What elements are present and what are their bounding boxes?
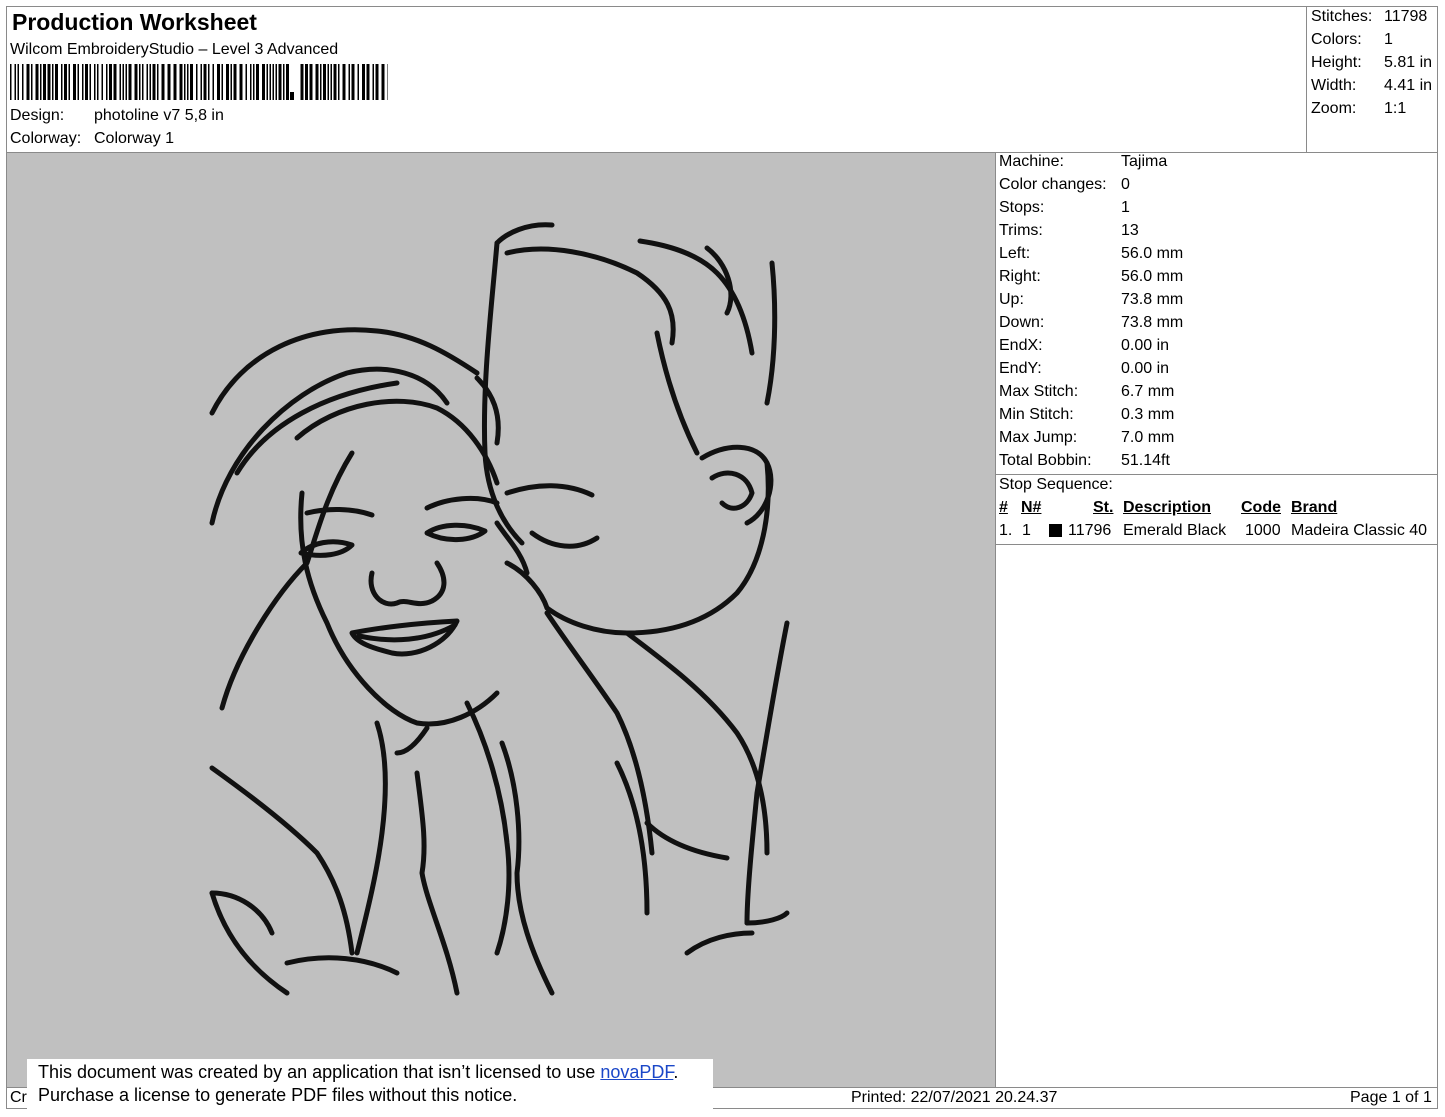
summary-width-value: 4.41 in <box>1384 77 1433 94</box>
summary-stitches-value: 11798 <box>1384 8 1428 25</box>
max-stitch-label: Max Stitch: <box>999 383 1079 400</box>
down-value: 73.8 mm <box>1121 314 1184 331</box>
stops-value: 1 <box>1121 199 1130 216</box>
notice-line-1-suffix: . <box>673 1062 679 1082</box>
notice-line-1: This document was created by an applicat… <box>38 1061 713 1084</box>
row-needle: 1 <box>1022 522 1031 539</box>
total-bobbin-label: Total Bobbin: <box>999 452 1092 469</box>
endx-label: EndX: <box>999 337 1043 354</box>
endy-label: EndY: <box>999 360 1042 377</box>
novapdf-link[interactable]: novaPDF <box>600 1062 673 1082</box>
right-label: Right: <box>999 268 1041 285</box>
col-header-description: Description <box>1123 499 1212 516</box>
summary-height-value: 5.81 in <box>1384 54 1433 71</box>
stops-label: Stops: <box>999 199 1045 216</box>
summary-colors-value: 1 <box>1384 31 1393 48</box>
stop-sequence-bottom-divider <box>995 544 1438 545</box>
color-changes-value: 0 <box>1121 176 1130 193</box>
min-stitch-value: 0.3 mm <box>1121 406 1175 423</box>
printed-date: Printed: 22/07/2021 20.24.37 <box>851 1089 1058 1106</box>
trims-value: 13 <box>1121 222 1139 239</box>
worksheet-title: Production Worksheet <box>12 9 257 35</box>
embroidery-line-art <box>209 222 790 996</box>
trims-label: Trims: <box>999 222 1043 239</box>
license-notice: This document was created by an applicat… <box>27 1059 713 1111</box>
up-value: 73.8 mm <box>1121 291 1184 308</box>
summary-stitches-label: Stitches: <box>1311 8 1373 25</box>
stop-sequence-title: Stop Sequence: <box>999 476 1113 493</box>
max-jump-label: Max Jump: <box>999 429 1078 446</box>
col-header-num: # <box>999 499 1008 516</box>
endy-value: 0.00 in <box>1121 360 1170 377</box>
right-value: 56.0 mm <box>1121 268 1184 285</box>
col-header-needle: N# <box>1021 499 1042 516</box>
notice-line-1-prefix: This document was created by an applicat… <box>38 1062 601 1082</box>
up-label: Up: <box>999 291 1024 308</box>
down-label: Down: <box>999 314 1045 331</box>
design-preview <box>7 153 995 1087</box>
endx-value: 0.00 in <box>1121 337 1170 354</box>
stop-sequence-top-divider <box>995 474 1438 475</box>
footer-left-fragment: Cr <box>10 1089 27 1106</box>
row-description: Emerald Black <box>1123 522 1227 539</box>
machine-label: Machine: <box>999 153 1064 170</box>
row-brand: Madeira Classic 40 <box>1291 522 1428 539</box>
left-label: Left: <box>999 245 1031 262</box>
colorway-label: Colorway: <box>10 130 82 147</box>
row-code: 1000 <box>1245 522 1281 539</box>
color-swatch <box>1049 524 1062 537</box>
barcode <box>10 64 388 100</box>
max-jump-value: 7.0 mm <box>1121 429 1175 446</box>
col-header-stitches: St. <box>1093 499 1114 516</box>
design-value: photoline v7 5,8 in <box>94 107 224 124</box>
color-changes-label: Color changes: <box>999 176 1107 193</box>
row-stitches: 11796 <box>1068 522 1112 539</box>
col-header-brand: Brand <box>1291 499 1338 516</box>
design-label: Design: <box>10 107 65 124</box>
summary-divider <box>1306 6 1307 152</box>
page-number: Page 1 of 1 <box>1350 1089 1432 1106</box>
colorway-value: Colorway 1 <box>94 130 175 147</box>
min-stitch-label: Min Stitch: <box>999 406 1074 423</box>
machine-value: Tajima <box>1121 153 1168 170</box>
row-num: 1. <box>999 522 1013 539</box>
summary-width-label: Width: <box>1311 77 1357 94</box>
summary-zoom-label: Zoom: <box>1311 100 1357 117</box>
left-value: 56.0 mm <box>1121 245 1184 262</box>
summary-colors-label: Colors: <box>1311 31 1362 48</box>
summary-zoom-value: 1:1 <box>1384 100 1407 117</box>
col-header-code: Code <box>1241 499 1281 516</box>
summary-height-label: Height: <box>1311 54 1362 71</box>
total-bobbin-value: 51.14ft <box>1121 452 1170 469</box>
right-panel-divider <box>995 152 996 1088</box>
max-stitch-value: 6.7 mm <box>1121 383 1175 400</box>
software-name: Wilcom EmbroideryStudio – Level 3 Advanc… <box>10 41 339 58</box>
notice-line-2: Purchase a license to generate PDF files… <box>38 1085 518 1105</box>
